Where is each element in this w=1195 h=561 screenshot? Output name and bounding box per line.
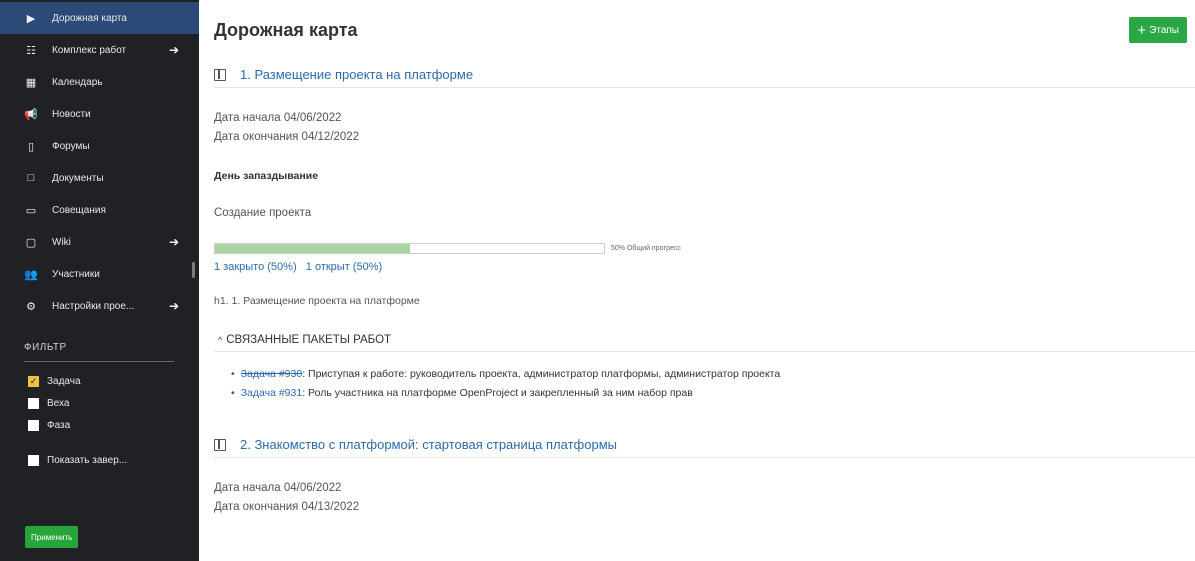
progress-links: 1 закрыто (50%) 1 открыт (50%) xyxy=(214,261,382,273)
wiki-book-icon: ▢ xyxy=(25,236,37,249)
sidebar-item-label: Форумы xyxy=(52,140,90,152)
work-packages-icon: ☷ xyxy=(26,44,36,57)
members-icon: 👥 xyxy=(24,268,38,281)
chevron-up-icon: ^ xyxy=(218,334,223,345)
sidebar-item-label: Новости xyxy=(52,108,91,120)
version-1-end-date: Дата окончания 04/12/2022 xyxy=(214,131,360,143)
sidebar-scrollbar[interactable] xyxy=(192,262,195,278)
calendar-icon: ▦ xyxy=(25,76,37,89)
package-icon xyxy=(214,68,226,81)
megaphone-icon: 📢 xyxy=(24,108,38,121)
work-package-link[interactable]: Задача #930 xyxy=(241,368,303,380)
filter-list: ✓ Задача Веха Фаза xyxy=(0,370,199,436)
progress-bar-fill xyxy=(215,244,410,253)
sidebar-menu: ▶ Дорожная карта ☷ Комплекс работ ➔ ▦ Календар… xyxy=(0,0,199,322)
page-title: Дорожная карта xyxy=(214,20,358,40)
arrow-right-icon[interactable]: ➔ xyxy=(169,299,179,313)
roadmap-icon: ▶ xyxy=(26,12,36,25)
version-1-description: Создание проекта xyxy=(214,207,312,219)
add-stages-button[interactable]: + Этапы xyxy=(1129,17,1187,43)
documents-icon: □ xyxy=(27,172,35,184)
version-2-header: 2. Знакомство с платформой: стартовая ст… xyxy=(214,432,1195,458)
sidebar-item[interactable]: ☷ Комплекс работ ➔ xyxy=(0,34,199,66)
open-link[interactable]: 1 открыт (50%) xyxy=(306,261,382,273)
add-stages-label: Этапы xyxy=(1149,24,1179,36)
sidebar-item[interactable]: □ Документы xyxy=(0,162,199,194)
sidebar-item[interactable]: ▦ Календарь xyxy=(0,66,199,98)
delay-label: День запаздывание xyxy=(214,170,319,182)
filter-title: ФИЛЬТР xyxy=(24,342,174,362)
show-completed-checkbox[interactable] xyxy=(28,454,39,466)
list-item: Задача #930: Приступая к работе: руковод… xyxy=(231,368,781,387)
meetings-icon: ▭ xyxy=(25,204,37,217)
filter-item[interactable]: Фаза xyxy=(0,414,199,436)
sidebar-item-label: Дорожная карта xyxy=(52,12,127,24)
sidebar-item-label: Документы xyxy=(52,172,104,184)
filter-label: Веха xyxy=(47,397,70,409)
sidebar-item-label: Настройки прое... xyxy=(52,300,135,312)
sidebar-item[interactable]: ▯ Форумы xyxy=(0,130,199,162)
show-completed-label: Показать завер... xyxy=(47,454,128,466)
version-2-title-link[interactable]: 2. Знакомство с платформой: стартовая ст… xyxy=(240,437,617,452)
sidebar-item[interactable]: ▭ Совещания xyxy=(0,194,199,226)
work-package-subject: : Роль участника на платформе OpenProjec… xyxy=(302,387,693,399)
sidebar-item-label: Календарь xyxy=(52,76,103,88)
filter-checkbox[interactable] xyxy=(28,419,39,431)
main-content: Дорожная карта + Этапы 1. Размещение про… xyxy=(199,0,1195,561)
progress-label: 50% Общий прогресс xyxy=(611,245,681,252)
progress-bar xyxy=(214,243,605,254)
settings-gear-icon: ⚙ xyxy=(26,300,36,313)
filter-item[interactable]: ✓ Задача xyxy=(0,370,199,392)
wiki-heading-text: h1. 1. Размещение проекта на платформе xyxy=(214,295,420,307)
related-work-packages-toggle[interactable]: ^ СВЯЗАННЫЕ ПАКЕТЫ РАБОТ xyxy=(214,328,1195,352)
version-2-end-date: Дата окончания 04/13/2022 xyxy=(214,501,360,513)
app-root: ▶ Дорожная карта ☷ Комплекс работ ➔ ▦ Календар… xyxy=(0,0,1195,561)
version-1-title-link[interactable]: 1. Размещение проекта на платформе xyxy=(240,67,473,82)
filter-label: Задача xyxy=(47,375,81,387)
sidebar-item[interactable]: 👥 Участники xyxy=(0,258,199,290)
sidebar: ▶ Дорожная карта ☷ Комплекс работ ➔ ▦ Календар… xyxy=(0,0,199,561)
work-package-subject: : Приступая к работе: руководитель проек… xyxy=(302,368,781,380)
version-1-start-date: Дата начала 04/06/2022 xyxy=(214,112,342,124)
filter-checkbox[interactable]: ✓ xyxy=(28,375,39,387)
filter-label: Фаза xyxy=(47,419,71,431)
related-work-packages-list: Задача #930: Приступая к работе: руковод… xyxy=(231,368,781,406)
version-2-start-date: Дата начала 04/06/2022 xyxy=(214,482,342,494)
sidebar-item-label: Участники xyxy=(52,268,100,280)
apply-button[interactable]: Применить xyxy=(25,526,79,548)
sidebar-item-label: Комплекс работ xyxy=(52,44,127,56)
list-item: Задача #931: Роль участника на платформе… xyxy=(231,387,780,406)
package-icon xyxy=(214,438,226,451)
show-completed-filter[interactable]: Показать завер... xyxy=(0,449,199,471)
arrow-right-icon[interactable]: ➔ xyxy=(169,43,179,57)
sidebar-item-label: Совещания xyxy=(52,204,106,216)
plus-icon: + xyxy=(1137,21,1147,39)
sidebar-item-label: Wiki xyxy=(52,236,71,248)
work-package-link[interactable]: Задача #931 xyxy=(241,387,303,399)
forum-icon: ▯ xyxy=(27,140,35,153)
sidebar-item[interactable]: 📢 Новости xyxy=(0,98,199,130)
related-work-packages-title: СВЯЗАННЫЕ ПАКЕТЫ РАБОТ xyxy=(226,333,392,346)
arrow-right-icon[interactable]: ➔ xyxy=(169,235,179,249)
sidebar-item[interactable]: ▶ Дорожная карта xyxy=(0,2,199,34)
filter-item[interactable]: Веха xyxy=(0,392,199,414)
sidebar-item[interactable]: ▢ Wiki ➔ xyxy=(0,226,199,258)
version-1-header: 1. Размещение проекта на платформе xyxy=(214,62,1195,88)
sidebar-item[interactable]: ⚙ Настройки прое... ➔ xyxy=(0,290,199,322)
filter-checkbox[interactable] xyxy=(28,397,39,409)
closed-link[interactable]: 1 закрыто (50%) xyxy=(214,261,297,273)
